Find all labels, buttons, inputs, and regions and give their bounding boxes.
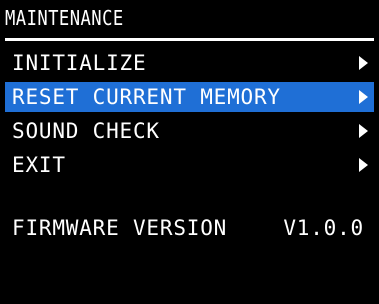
maintenance-screen: MAINTENANCE INITIALIZE RESET CURRENT MEM… xyxy=(0,0,379,304)
arrow-right-icon xyxy=(359,90,368,104)
arrow-right-icon xyxy=(359,158,368,172)
page-title: MAINTENANCE xyxy=(5,6,124,30)
menu-item-exit[interactable]: EXIT xyxy=(5,150,374,180)
menu-item-label: SOUND CHECK xyxy=(12,119,160,143)
menu-item-sound-check[interactable]: SOUND CHECK xyxy=(5,116,374,146)
arrow-right-icon xyxy=(359,124,368,138)
menu-item-initialize[interactable]: INITIALIZE xyxy=(5,48,374,78)
arrow-right-icon xyxy=(359,56,368,70)
firmware-version-label: FIRMWARE VERSION xyxy=(12,216,228,240)
maintenance-menu: INITIALIZE RESET CURRENT MEMORY SOUND CH… xyxy=(5,48,374,184)
title-divider xyxy=(5,38,374,41)
menu-item-label: INITIALIZE xyxy=(12,51,147,75)
menu-item-reset-current-memory[interactable]: RESET CURRENT MEMORY xyxy=(5,82,374,112)
menu-item-label: EXIT xyxy=(12,153,66,177)
firmware-version-value: V1.0.0 xyxy=(283,216,364,240)
menu-item-label: RESET CURRENT MEMORY xyxy=(12,85,281,109)
